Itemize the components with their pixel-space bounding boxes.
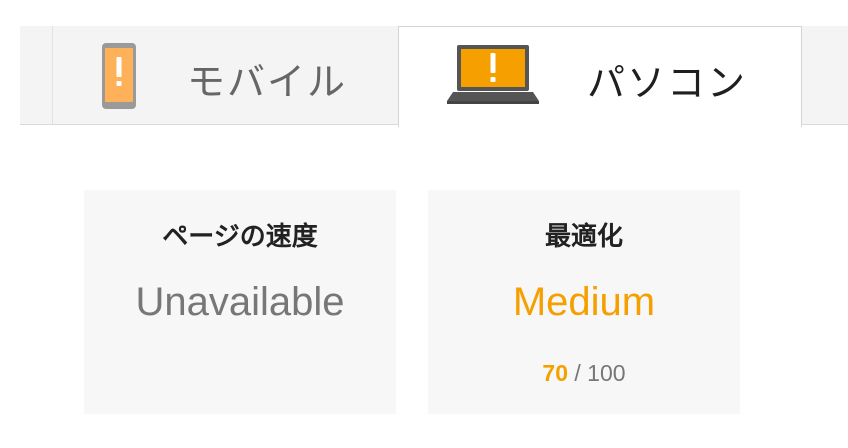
tab-desktop[interactable]: パソコン [398,26,802,127]
laptop-warning-icon [447,45,539,111]
optimization-title: 最適化 [544,222,623,252]
tab-desktop-label: パソコン [587,61,748,105]
phone-warning-icon [101,42,137,114]
page-speed-value: Unavailable [135,280,345,324]
page-speed-title: ページの速度 [162,222,318,252]
tab-mobile-label: モバイル [187,60,348,104]
tab-strip-background-right [802,26,848,124]
device-tabs: モバイル パソコン [0,0,848,127]
page-speed-card: ページの速度 Unavailable [84,190,396,414]
optimization-score: 70 / 100 [428,360,740,387]
optimization-score-max: / 100 [574,360,626,386]
tab-mobile[interactable]: モバイル [53,26,398,124]
optimization-score-number: 70 [542,360,569,386]
optimization-value: Medium [512,280,656,324]
optimization-card: 最適化 Medium 70 / 100 [428,190,740,414]
